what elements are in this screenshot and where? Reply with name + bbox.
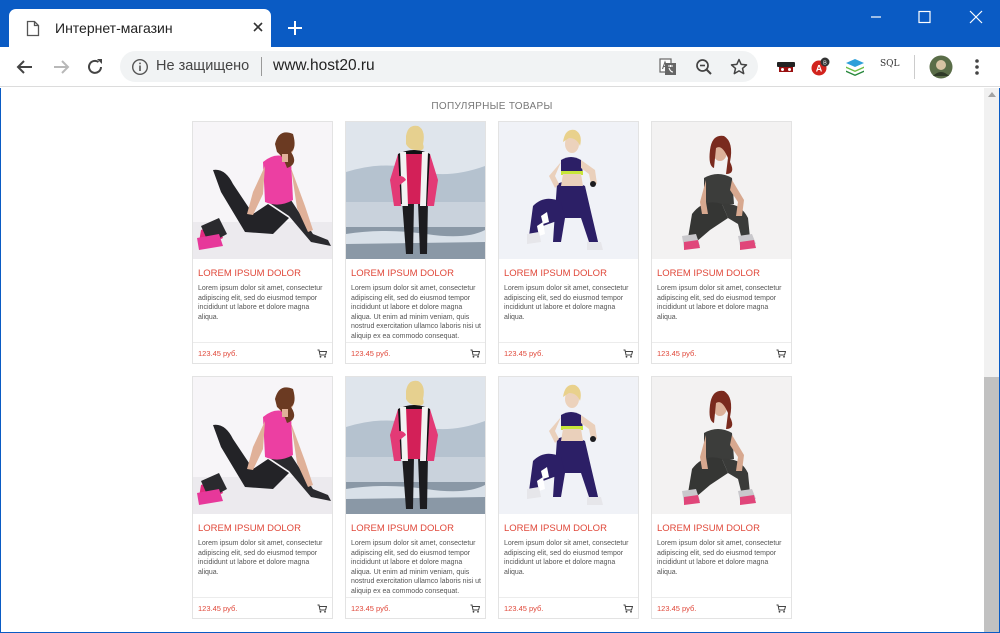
product-photo	[499, 122, 638, 259]
product-footer: 123.45 руб.	[652, 342, 791, 363]
svg-text:B: B	[823, 60, 827, 66]
product-description: Lorem ipsum dolor sit amet, consectetur …	[504, 285, 629, 321]
scrollbar-thumb[interactable]	[984, 377, 999, 632]
product-footer: 123.45 руб.	[652, 597, 791, 618]
browser-toolbar: Не защищено www.host20.ru A B SQL	[0, 47, 1000, 87]
close-window-icon[interactable]	[961, 8, 991, 26]
product-card[interactable]: LOREM IPSUM DOLOR Lorem ipsum dolor sit …	[192, 121, 333, 364]
toolbar-divider	[914, 55, 915, 79]
address-bar[interactable]: Не защищено www.host20.ru	[120, 51, 758, 82]
product-photo	[346, 122, 485, 259]
profile-avatar[interactable]	[929, 55, 953, 79]
product-image[interactable]	[193, 122, 332, 259]
browser-tab[interactable]: Интернет-магазин	[9, 9, 271, 47]
product-price: 123.45 руб.	[198, 349, 238, 358]
product-image[interactable]	[193, 377, 332, 514]
product-card[interactable]: LOREM IPSUM DOLOR Lorem ipsum dolor sit …	[192, 376, 333, 619]
add-to-cart-icon[interactable]	[623, 349, 633, 358]
product-title[interactable]: LOREM IPSUM DOLOR	[198, 268, 301, 279]
product-card[interactable]: LOREM IPSUM DOLOR Lorem ipsum dolor sit …	[345, 121, 486, 364]
product-footer: 123.45 руб.	[346, 597, 485, 618]
forward-icon[interactable]	[51, 57, 71, 77]
zoom-out-icon[interactable]	[694, 57, 714, 77]
product-description: Lorem ipsum dolor sit amet, consectetur …	[504, 540, 629, 576]
back-icon[interactable]	[15, 57, 35, 77]
product-description: Lorem ipsum dolor sit amet, consectetur …	[657, 285, 782, 321]
reload-icon[interactable]	[85, 57, 105, 77]
product-card[interactable]: LOREM IPSUM DOLOR Lorem ipsum dolor sit …	[345, 376, 486, 619]
product-image[interactable]	[652, 122, 791, 259]
product-price: 123.45 руб.	[351, 604, 391, 613]
product-image[interactable]	[499, 122, 638, 259]
product-image[interactable]	[652, 377, 791, 514]
browser-titlebar: Интернет-магазин	[0, 0, 1000, 47]
spy-extension-icon[interactable]	[775, 56, 797, 78]
product-footer: 123.45 руб.	[499, 597, 638, 618]
add-to-cart-icon[interactable]	[623, 604, 633, 613]
scroll-up-arrow-icon[interactable]	[988, 92, 996, 97]
add-to-cart-icon[interactable]	[317, 604, 327, 613]
product-title[interactable]: LOREM IPSUM DOLOR	[504, 268, 607, 279]
product-photo	[193, 377, 332, 514]
adblock-extension-icon[interactable]: A B	[809, 56, 831, 78]
product-photo	[652, 377, 791, 514]
product-footer: 123.45 руб.	[193, 342, 332, 363]
product-image[interactable]	[346, 122, 485, 259]
info-icon[interactable]	[131, 58, 149, 76]
sql-extension-icon[interactable]: SQL	[880, 59, 900, 69]
add-to-cart-icon[interactable]	[776, 349, 786, 358]
product-card[interactable]: LOREM IPSUM DOLOR Lorem ipsum dolor sit …	[651, 376, 792, 619]
add-to-cart-icon[interactable]	[776, 604, 786, 613]
add-to-cart-icon[interactable]	[317, 349, 327, 358]
document-icon	[26, 20, 40, 37]
address-divider	[261, 57, 262, 76]
translate-icon[interactable]	[658, 57, 678, 77]
product-card[interactable]: LOREM IPSUM DOLOR Lorem ipsum dolor sit …	[498, 376, 639, 619]
product-title[interactable]: LOREM IPSUM DOLOR	[504, 523, 607, 534]
product-description: Lorem ipsum dolor sit amet, consectetur …	[351, 285, 481, 340]
bookmark-star-icon[interactable]	[729, 57, 749, 77]
product-title[interactable]: LOREM IPSUM DOLOR	[351, 268, 454, 279]
product-price: 123.45 руб.	[657, 604, 697, 613]
scrollbar[interactable]	[984, 88, 999, 632]
product-footer: 123.45 руб.	[346, 342, 485, 363]
product-footer: 123.45 руб.	[499, 342, 638, 363]
product-photo	[193, 122, 332, 259]
product-photo	[346, 377, 485, 514]
layers-extension-icon[interactable]	[844, 56, 866, 78]
product-price: 123.45 руб.	[504, 349, 544, 358]
product-title[interactable]: LOREM IPSUM DOLOR	[657, 523, 760, 534]
product-description: Lorem ipsum dolor sit amet, consectetur …	[198, 285, 323, 321]
product-photo	[652, 122, 791, 259]
security-status[interactable]: Не защищено	[156, 58, 249, 74]
product-price: 123.45 руб.	[657, 349, 697, 358]
product-title[interactable]: LOREM IPSUM DOLOR	[657, 268, 760, 279]
page-viewport: ПОПУЛЯРНЫЕ ТОВАРЫ LOREM IPSUM DOLOR Lore…	[0, 88, 1000, 633]
add-to-cart-icon[interactable]	[470, 604, 480, 613]
product-image[interactable]	[499, 377, 638, 514]
product-description: Lorem ipsum dolor sit amet, consectetur …	[351, 540, 481, 595]
product-price: 123.45 руб.	[351, 349, 391, 358]
new-tab-icon[interactable]	[284, 17, 306, 39]
add-to-cart-icon[interactable]	[470, 349, 480, 358]
product-card[interactable]: LOREM IPSUM DOLOR Lorem ipsum dolor sit …	[651, 121, 792, 364]
product-price: 123.45 руб.	[504, 604, 544, 613]
maximize-icon[interactable]	[909, 8, 939, 26]
product-title[interactable]: LOREM IPSUM DOLOR	[351, 523, 454, 534]
product-card[interactable]: LOREM IPSUM DOLOR Lorem ipsum dolor sit …	[498, 121, 639, 364]
product-title[interactable]: LOREM IPSUM DOLOR	[198, 523, 301, 534]
url-text[interactable]: www.host20.ru	[273, 57, 375, 75]
product-photo	[499, 377, 638, 514]
product-image[interactable]	[346, 377, 485, 514]
section-title: ПОПУЛЯРНЫЕ ТОВАРЫ	[431, 101, 553, 112]
menu-kebab-icon[interactable]	[966, 56, 988, 78]
product-description: Lorem ipsum dolor sit amet, consectetur …	[657, 540, 782, 576]
product-description: Lorem ipsum dolor sit amet, consectetur …	[198, 540, 323, 576]
product-price: 123.45 руб.	[198, 604, 238, 613]
product-footer: 123.45 руб.	[193, 597, 332, 618]
tab-title: Интернет-магазин	[55, 20, 173, 36]
tab-close-icon[interactable]	[249, 18, 267, 36]
minimize-icon[interactable]	[861, 8, 891, 26]
